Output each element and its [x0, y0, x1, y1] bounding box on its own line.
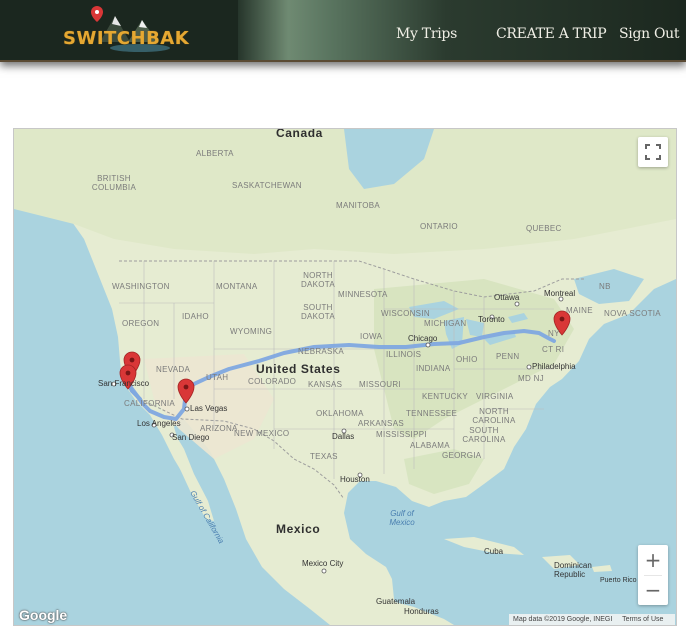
- map-attribution: Map data ©2019 Google, INEGI Terms of Us…: [509, 614, 676, 625]
- map-label-city: Mexico City: [302, 559, 344, 568]
- map-label-city: Montreal: [544, 289, 576, 298]
- map-label-city: Los Angeles: [137, 419, 181, 428]
- map-label-region: SASKATCHEWAN: [232, 181, 302, 190]
- map-label-canada: Canada: [276, 128, 323, 140]
- nav-sign-out[interactable]: Sign Out: [619, 26, 680, 42]
- map-label-region: KENTUCKY: [422, 392, 468, 401]
- map-label-city: Honduras: [404, 607, 439, 616]
- map-label-region: MISSISSIPPI: [376, 430, 427, 439]
- google-logo[interactable]: Google: [19, 607, 67, 623]
- map-label-region: NORTH DAKOTA: [300, 271, 336, 289]
- map-label-city: Dominican Republic: [554, 561, 592, 579]
- map-label-region: MINNESOTA: [338, 290, 388, 299]
- map-label-city: San Francisco: [98, 379, 150, 388]
- map-label-region: NEVADA: [156, 365, 191, 374]
- terms-of-use-link[interactable]: Terms of Use: [622, 616, 663, 623]
- map-label-region: IOWA: [360, 332, 383, 341]
- map-label-region: GEORGIA: [442, 451, 482, 460]
- map-label-city: San Diego: [172, 433, 210, 442]
- map-data-attribution: Map data ©2019 Google, INEGI: [513, 616, 613, 623]
- map-label-region: MAINE: [566, 306, 593, 315]
- logo-text: SWITCHBAK: [63, 28, 190, 49]
- map-label-region: TEXAS: [310, 452, 338, 461]
- map-label-region: ARIZONA: [200, 424, 238, 433]
- map-label-region: KANSAS: [308, 380, 343, 389]
- map-label-region: NY: [548, 329, 560, 338]
- map-label-region: SOUTH DAKOTA: [300, 303, 336, 321]
- map-label-region: SOUTH CAROLINA: [462, 426, 506, 444]
- map-label-city: Dallas: [332, 432, 355, 441]
- map-label-region: MONTANA: [216, 282, 258, 291]
- map-label-city: Ottawa: [494, 293, 520, 302]
- map-label-region: WASHINGTON: [112, 282, 170, 291]
- map-label-region: ALABAMA: [410, 441, 450, 450]
- top-navbar: SWITCHBAK My Trips CREATE A TRIP Sign Ou…: [0, 0, 686, 62]
- fullscreen-icon: [645, 144, 661, 160]
- map-label-city: Philadelphia: [532, 362, 576, 371]
- map-label-region: OKLAHOMA: [316, 409, 364, 418]
- map-label-region: NOVA SCOTIA: [604, 309, 661, 318]
- map-label-region: IDAHO: [182, 312, 209, 321]
- map-label-region: ONTARIO: [420, 222, 458, 231]
- map-label-region: QUEBEC: [526, 224, 562, 233]
- map-label-region: MICHIGAN: [424, 319, 467, 328]
- map-label-city: Cuba: [484, 547, 504, 556]
- map-label-city: Puerto Rico: [600, 577, 637, 584]
- map-label-region: UTAH: [206, 373, 229, 382]
- nav-my-trips[interactable]: My Trips: [396, 26, 457, 42]
- map-label-united-states: United States: [256, 362, 341, 376]
- map-label-region: ARKANSAS: [358, 419, 404, 428]
- map-label-region: NEBRASKA: [298, 347, 344, 356]
- map-label-region: INDIANA: [416, 364, 451, 373]
- nav-create-trip[interactable]: CREATE A TRIP: [496, 26, 607, 42]
- map-label-region: NEW MEXICO: [234, 429, 290, 438]
- map-label-region: VIRGINIA: [476, 392, 514, 401]
- fullscreen-button[interactable]: [638, 137, 668, 167]
- zoom-out-button[interactable]: −: [638, 575, 668, 605]
- map-label-region: TENNESSEE: [406, 409, 458, 418]
- map-label-region: BRITISH COLUMBIA: [91, 174, 137, 192]
- map-label-city: Las Vegas: [190, 404, 228, 413]
- zoom-control: + −: [638, 545, 668, 605]
- map-label-city: Chicago: [408, 334, 438, 343]
- map-label-region: MD NJ: [518, 374, 544, 383]
- map-label-region: ILLINOIS: [386, 350, 422, 359]
- map-label-region: ALBERTA: [196, 149, 234, 158]
- map-label-region: MANITOBA: [336, 201, 381, 210]
- map-label-mexico: Mexico: [276, 522, 321, 536]
- map-label-region: COLORADO: [248, 377, 297, 386]
- map-label-region: CT RI: [542, 345, 565, 354]
- zoom-in-button[interactable]: +: [638, 545, 668, 575]
- map-label-region: NB: [599, 282, 611, 291]
- map-label-region: WISCONSIN: [381, 309, 430, 318]
- map-label-region: OREGON: [122, 319, 160, 328]
- logo-area: SWITCHBAK: [0, 0, 238, 60]
- map-label-region: NORTH CAROLINA: [472, 407, 516, 425]
- route-map[interactable]: Canada United States Mexico ALBERTA BRIT…: [13, 128, 677, 626]
- map-label-region: PENN: [496, 352, 520, 361]
- map-label-region: WYOMING: [230, 327, 273, 336]
- map-label-city: Houston: [340, 475, 370, 484]
- map-label-city: Toronto: [478, 315, 505, 324]
- map-label-city: Guatemala: [376, 597, 416, 606]
- map-label-water: Gulf of Mexico: [389, 509, 415, 527]
- map-label-region: OHIO: [456, 355, 478, 364]
- map-label-region: MISSOURI: [359, 380, 401, 389]
- map-label-region: CALIFORNIA: [124, 399, 176, 408]
